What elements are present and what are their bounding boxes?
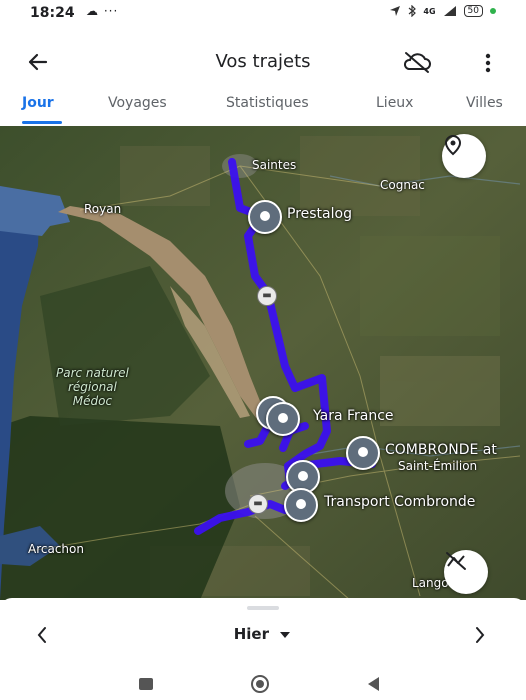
active-tab-indicator xyxy=(22,121,62,124)
hide-route-button[interactable] xyxy=(444,550,488,594)
back-system-button[interactable] xyxy=(364,674,384,694)
tab-villes[interactable]: Villes xyxy=(466,95,503,111)
location-pin-icon xyxy=(444,134,462,156)
car-marker-icon[interactable]: ▬ xyxy=(248,494,268,514)
park-label-line1: Parc naturel xyxy=(56,366,129,380)
page-title: Vos trajets xyxy=(215,51,311,72)
place-label-combronde: COMBRONDE at xyxy=(385,442,497,458)
city-label-cognac: Cognac xyxy=(380,178,425,192)
city-label-arcachon: Arcachon xyxy=(28,542,84,556)
day-selector[interactable]: Hier xyxy=(0,625,526,643)
signal-icon xyxy=(443,6,456,16)
network-indicator: 4G xyxy=(423,6,436,16)
app-bar: Vos trajets xyxy=(0,28,526,90)
tab-jour[interactable]: Jour xyxy=(22,95,54,111)
bluetooth-icon xyxy=(409,5,417,17)
satellite-map xyxy=(0,126,526,600)
home-button[interactable] xyxy=(250,674,270,694)
dropdown-arrow-icon xyxy=(280,631,291,638)
recents-square-icon xyxy=(139,678,153,690)
place-visit-button[interactable] xyxy=(442,134,486,178)
park-label-line3: Médoc xyxy=(72,394,113,408)
place-pin-combronde[interactable] xyxy=(346,436,380,470)
tab-bar: Jour Voyages Statistiques Lieux Villes xyxy=(0,90,526,126)
recents-button[interactable] xyxy=(136,674,156,694)
place-pin-prestalog[interactable] xyxy=(248,200,282,234)
place-label-yara-france: Yara France xyxy=(313,408,394,424)
cloud-off-icon xyxy=(403,52,431,73)
chevron-right-icon xyxy=(476,627,485,643)
battery-indicator: 50 xyxy=(463,5,483,17)
cloud-sync-button[interactable] xyxy=(400,48,434,76)
day-label: Hier xyxy=(233,625,270,643)
city-label-langon: Lango xyxy=(412,576,449,590)
route-off-icon xyxy=(446,552,466,570)
system-navigation-bar xyxy=(0,668,526,700)
notification-icons: ☁ ··· xyxy=(86,4,119,18)
city-label-royan: Royan xyxy=(84,202,122,216)
place-label-transport-combronde: Transport Combronde xyxy=(324,494,476,510)
location-arrow-icon xyxy=(390,6,401,16)
home-circle-icon xyxy=(251,675,269,693)
day-navigator-sheet: Hier xyxy=(0,598,526,668)
drag-handle[interactable] xyxy=(247,606,279,610)
park-label-medoc: Parc naturel régional Médoc xyxy=(56,366,129,408)
tab-voyages[interactable]: Voyages xyxy=(108,95,167,111)
place-pin-transport-combronde[interactable] xyxy=(284,488,318,522)
city-label-saint-emilion: Saint-Émilion xyxy=(398,459,478,473)
back-triangle-icon xyxy=(368,677,379,691)
city-label-saintes: Saintes xyxy=(252,158,297,172)
park-label-line2: régional xyxy=(67,380,117,394)
place-label-prestalog: Prestalog xyxy=(287,206,352,222)
next-day-button[interactable] xyxy=(470,622,490,648)
tab-statistiques[interactable]: Statistiques xyxy=(226,95,309,111)
map-view[interactable]: Saintes Cognac Royan Prestalog Yara Fran… xyxy=(0,126,526,600)
status-time: 18:24 xyxy=(30,5,75,21)
car-marker-icon[interactable]: ▬ xyxy=(257,286,277,306)
more-options-button[interactable] xyxy=(478,50,498,76)
more-vert-icon xyxy=(485,53,491,73)
status-right: 4G 50 xyxy=(389,5,496,17)
tab-lieux[interactable]: Lieux xyxy=(376,95,413,111)
status-bar: 18:24 ☁ ··· 4G 50 xyxy=(0,0,526,28)
privacy-dot-icon xyxy=(490,8,496,14)
place-pin-yara-france[interactable] xyxy=(266,402,300,436)
